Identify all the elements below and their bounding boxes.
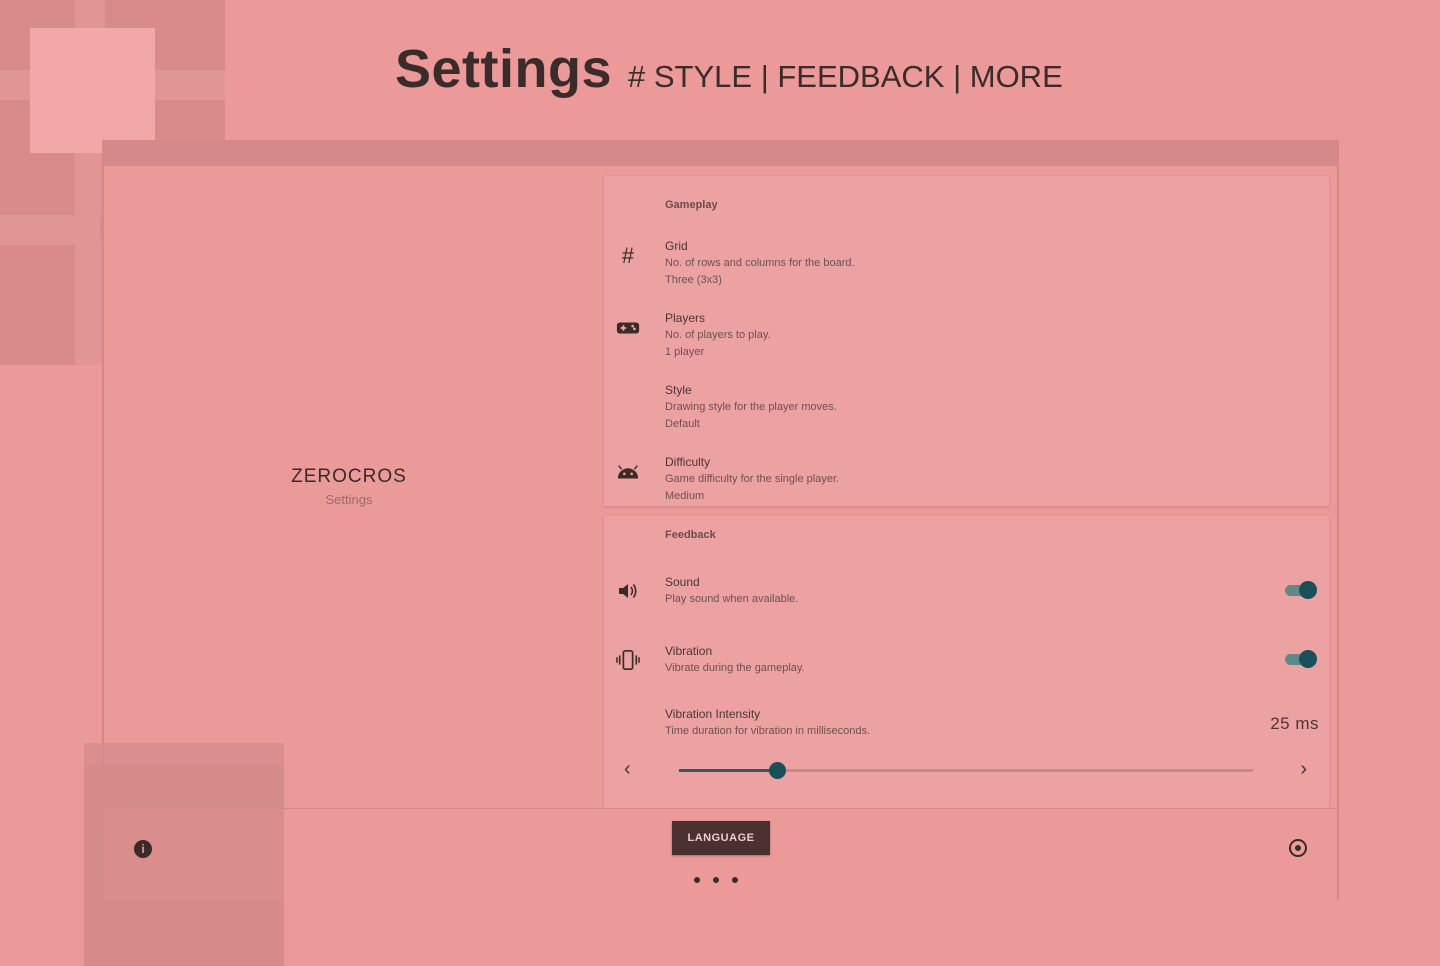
vibration-intensity-texts: Vibration Intensity Time duration for vi… xyxy=(665,706,870,740)
slider-fill xyxy=(679,769,777,772)
gamepad-icon xyxy=(616,316,640,340)
decorative-grid-line xyxy=(0,70,225,100)
sound-toggle[interactable] xyxy=(1285,581,1317,599)
style-title: Style xyxy=(665,383,692,397)
feedback-category-title: Feedback xyxy=(665,529,716,541)
decrease-arrow-button[interactable]: ‹ xyxy=(624,758,631,781)
speaker-icon xyxy=(616,579,640,603)
vibration-preference[interactable]: Vibration Vibrate during the gameplay. xyxy=(604,643,1329,683)
difficulty-preference[interactable]: Difficulty Game difficulty for the singl… xyxy=(604,454,1329,504)
app-name: ZEROCROS xyxy=(291,466,407,487)
difficulty-title: Difficulty xyxy=(665,455,711,469)
page-dot xyxy=(694,877,700,883)
page-dot xyxy=(732,877,738,883)
grid-preference[interactable]: # Grid No. of rows and columns for the b… xyxy=(604,238,1329,288)
android-icon xyxy=(616,460,640,484)
players-summary: No. of players to play. xyxy=(665,329,771,341)
grid-hash-icon: # xyxy=(621,243,635,268)
difficulty-summary: Game difficulty for the single player. xyxy=(665,473,840,485)
feedback-card: Feedback Sound Play sound when available… xyxy=(604,516,1329,808)
headline-subtitle: # STYLE | FEEDBACK | MORE xyxy=(628,59,1063,94)
decorative-x-mark xyxy=(30,28,155,153)
difficulty-value: Medium xyxy=(665,490,705,502)
grid-summary: No. of rows and columns for the board. xyxy=(665,257,855,269)
grid-title: Grid xyxy=(665,239,688,253)
players-preference-texts: Players No. of players to play. 1 player xyxy=(665,310,771,361)
target-icon[interactable] xyxy=(1289,839,1307,857)
grid-preference-texts: Grid No. of rows and columns for the boa… xyxy=(665,238,855,289)
bottom-bar: i LANGUAGE xyxy=(84,743,1337,943)
increase-arrow-button[interactable]: › xyxy=(1300,758,1307,781)
app-tagline: Settings xyxy=(325,492,373,507)
headline-title: Settings xyxy=(395,39,613,99)
style-preference-texts: Style Drawing style for the player moves… xyxy=(665,382,837,433)
page-indicator xyxy=(694,877,738,883)
vibration-toggle[interactable] xyxy=(1285,650,1317,668)
players-value: 1 player xyxy=(665,346,705,358)
players-preference[interactable]: Players No. of players to play. 1 player xyxy=(604,310,1329,360)
decorative-grid-line xyxy=(75,0,105,365)
app-brand: ZEROCROS Settings xyxy=(249,466,449,507)
vibration-intensity-value: 25 ms xyxy=(1270,714,1319,733)
page-headline: Settings # STYLE | FEEDBACK | MORE xyxy=(395,38,1063,100)
vibration-title: Vibration xyxy=(665,644,713,658)
players-title: Players xyxy=(665,311,706,325)
vibration-intensity-slider-row: ‹ › xyxy=(604,756,1329,786)
style-preference[interactable]: Style Drawing style for the player moves… xyxy=(604,382,1329,432)
sound-summary: Play sound when available. xyxy=(665,593,799,605)
status-bar xyxy=(104,142,1337,166)
vibration-summary: Vibrate during the gameplay. xyxy=(665,662,805,674)
gameplay-card: Gameplay # Grid No. of rows and columns … xyxy=(604,176,1329,506)
sound-title: Sound xyxy=(665,575,700,589)
vibration-intensity-slider[interactable] xyxy=(679,762,1253,779)
style-summary: Drawing style for the player moves. xyxy=(665,401,837,413)
settings-screen: ZEROCROS Settings Gameplay # Grid No. of… xyxy=(84,166,1337,966)
vibration-intensity-summary: Time duration for vibration in milliseco… xyxy=(665,725,871,737)
slider-thumb[interactable] xyxy=(768,762,786,779)
page-dot xyxy=(713,877,719,883)
vibration-intensity-title: Vibration Intensity xyxy=(665,707,761,721)
vibration-preference-texts: Vibration Vibrate during the gameplay. xyxy=(665,643,805,677)
difficulty-preference-texts: Difficulty Game difficulty for the singl… xyxy=(665,454,839,505)
language-button[interactable]: LANGUAGE xyxy=(672,821,770,855)
info-icon[interactable]: i xyxy=(134,840,152,858)
vibration-icon xyxy=(616,648,640,672)
sound-preference-texts: Sound Play sound when available. xyxy=(665,574,798,608)
vibration-intensity-preference: Vibration Intensity Time duration for vi… xyxy=(604,706,1329,746)
sound-preference[interactable]: Sound Play sound when available. xyxy=(604,574,1329,614)
gameplay-category-title: Gameplay xyxy=(665,199,718,211)
grid-value: Three (3x3) xyxy=(665,274,722,286)
tablet-screen: ZEROCROS Settings Gameplay # Grid No. of… xyxy=(84,140,1339,966)
style-value: Default xyxy=(665,418,700,430)
